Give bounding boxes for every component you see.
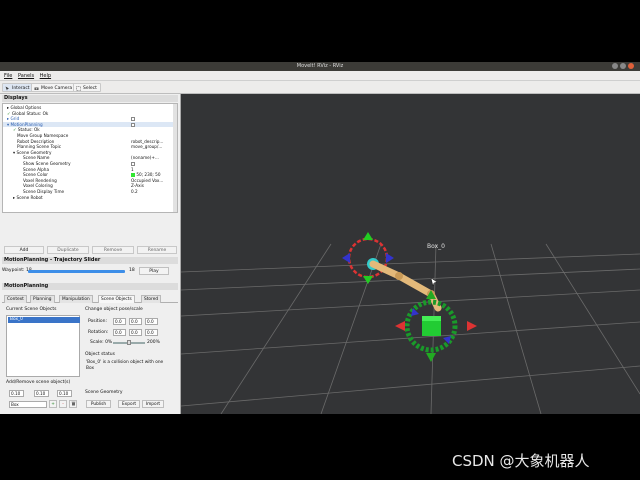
duplicate-display-button[interactable]: Duplicate — [47, 246, 89, 254]
remove-object-button[interactable]: - — [59, 400, 67, 408]
tab-context[interactable]: Context — [4, 295, 27, 303]
tab-scene-objects[interactable]: Scene Objects — [98, 295, 135, 303]
rotation-y-field[interactable]: 0.0 — [129, 329, 142, 336]
watermark: CSDN @大象机器人 — [452, 452, 590, 470]
scale-max: 200% — [147, 340, 160, 345]
menu-bar: File Panels Help — [0, 71, 640, 81]
displays-tree[interactable]: ▸ Global Options ✓ Global Status: Ok ▸ G… — [2, 103, 178, 213]
motion-planning-header: MotionPlanning — [2, 283, 178, 290]
move-camera-button[interactable]: Move Camera — [31, 83, 77, 92]
grid-checkbox[interactable] — [131, 117, 135, 122]
waypoint-max: 18 — [129, 268, 135, 273]
position-y-field[interactable]: 0.0 — [129, 318, 142, 325]
color-swatch — [131, 173, 135, 178]
scene-geometry-label: Scene Geometry — [85, 390, 123, 395]
shape-select[interactable]: Box — [9, 401, 47, 408]
maximize-button[interactable] — [620, 63, 626, 69]
trajectory-slider-row: Waypoint: 18 18 Play — [2, 267, 178, 276]
size-y-field[interactable]: 0.10 — [34, 390, 49, 397]
menu-panels[interactable]: Panels — [18, 71, 34, 81]
current-scene-objects-label: Current Scene Objects — [6, 307, 57, 312]
menu-file[interactable]: File — [4, 71, 12, 81]
scene-render: Box_0 — [181, 232, 640, 414]
show-scene-geometry-checkbox[interactable] — [131, 162, 135, 166]
trajectory-slider-header: MotionPlanning - Trajectory Slider — [2, 257, 178, 264]
window-title-bar: MoveIt! RViz - RViz — [0, 62, 640, 71]
size-x-field[interactable]: 0.10 — [9, 390, 24, 397]
tab-planning[interactable]: Planning — [30, 295, 55, 303]
rotation-label: Rotation: — [88, 330, 109, 335]
tree-row-scene-robot[interactable]: ▸ Scene Robot — [3, 195, 177, 201]
scale-label: Scale: 0% — [90, 340, 113, 345]
add-object-button[interactable]: + — [49, 400, 57, 408]
tab-stored[interactable]: Stored — [141, 295, 162, 303]
tree-scrollbar[interactable] — [173, 104, 177, 212]
interact-button[interactable]: Interact — [2, 83, 34, 92]
scene-objects-list[interactable]: Box_0 — [6, 315, 80, 377]
publish-button[interactable]: Publish — [86, 400, 111, 408]
import-button[interactable]: Import — [142, 400, 164, 408]
minimize-button[interactable] — [612, 63, 618, 69]
mouse-cursor-icon — [430, 277, 438, 287]
window-controls — [610, 63, 634, 71]
size-z-field[interactable]: 0.10 — [57, 390, 72, 397]
list-item[interactable]: Box_0 — [8, 317, 80, 323]
rotation-x-field[interactable]: 0.0 — [113, 329, 126, 336]
close-button[interactable] — [628, 63, 634, 69]
position-label: Position: — [88, 319, 108, 324]
change-pose-label: Change object pose/scale — [85, 307, 143, 312]
select-icon — [76, 86, 81, 91]
add-remove-label: Add/Remove scene object(s) — [6, 380, 71, 385]
window-title: MoveIt! RViz - RViz — [296, 63, 344, 69]
clear-objects-button[interactable] — [69, 400, 77, 408]
tab-manipulation[interactable]: Manipulation — [59, 295, 93, 303]
rename-display-button[interactable]: Rename — [137, 246, 177, 254]
trash-icon — [71, 401, 75, 406]
position-z-field[interactable]: 0.0 — [145, 318, 158, 325]
add-display-button[interactable]: Add — [4, 246, 44, 254]
robot-base-marker[interactable] — [342, 232, 394, 284]
select-button[interactable]: Select — [73, 83, 101, 92]
play-button[interactable]: Play — [139, 267, 169, 275]
object-status-text: 'Box_0' is a collision object with one B… — [86, 360, 164, 371]
scale-slider-handle[interactable] — [127, 340, 131, 345]
waypoint-slider[interactable] — [28, 270, 125, 273]
position-x-field[interactable]: 0.0 — [113, 318, 126, 325]
box-label: Box_0 — [427, 243, 445, 250]
motion-planning-tabs: Context Planning Manipulation Scene Obje… — [2, 295, 178, 303]
rotation-z-field[interactable]: 0.0 — [145, 329, 158, 336]
object-status-label: Object status — [85, 352, 115, 357]
menu-help[interactable]: Help — [40, 71, 51, 81]
robot-arm — [369, 260, 442, 312]
remove-display-button[interactable]: Remove — [92, 246, 134, 254]
export-button[interactable]: Export — [118, 400, 140, 408]
motion-planning-checkbox[interactable] — [131, 122, 135, 127]
displays-header: Displays — [2, 95, 178, 102]
toolbar: Interact Move Camera Select — [0, 81, 640, 94]
camera-icon — [34, 87, 39, 90]
grid — [181, 243, 640, 414]
3d-viewport[interactable]: Box_0 — [181, 94, 640, 414]
cursor-icon — [5, 86, 9, 91]
box-interactive-marker[interactable] — [395, 290, 477, 362]
